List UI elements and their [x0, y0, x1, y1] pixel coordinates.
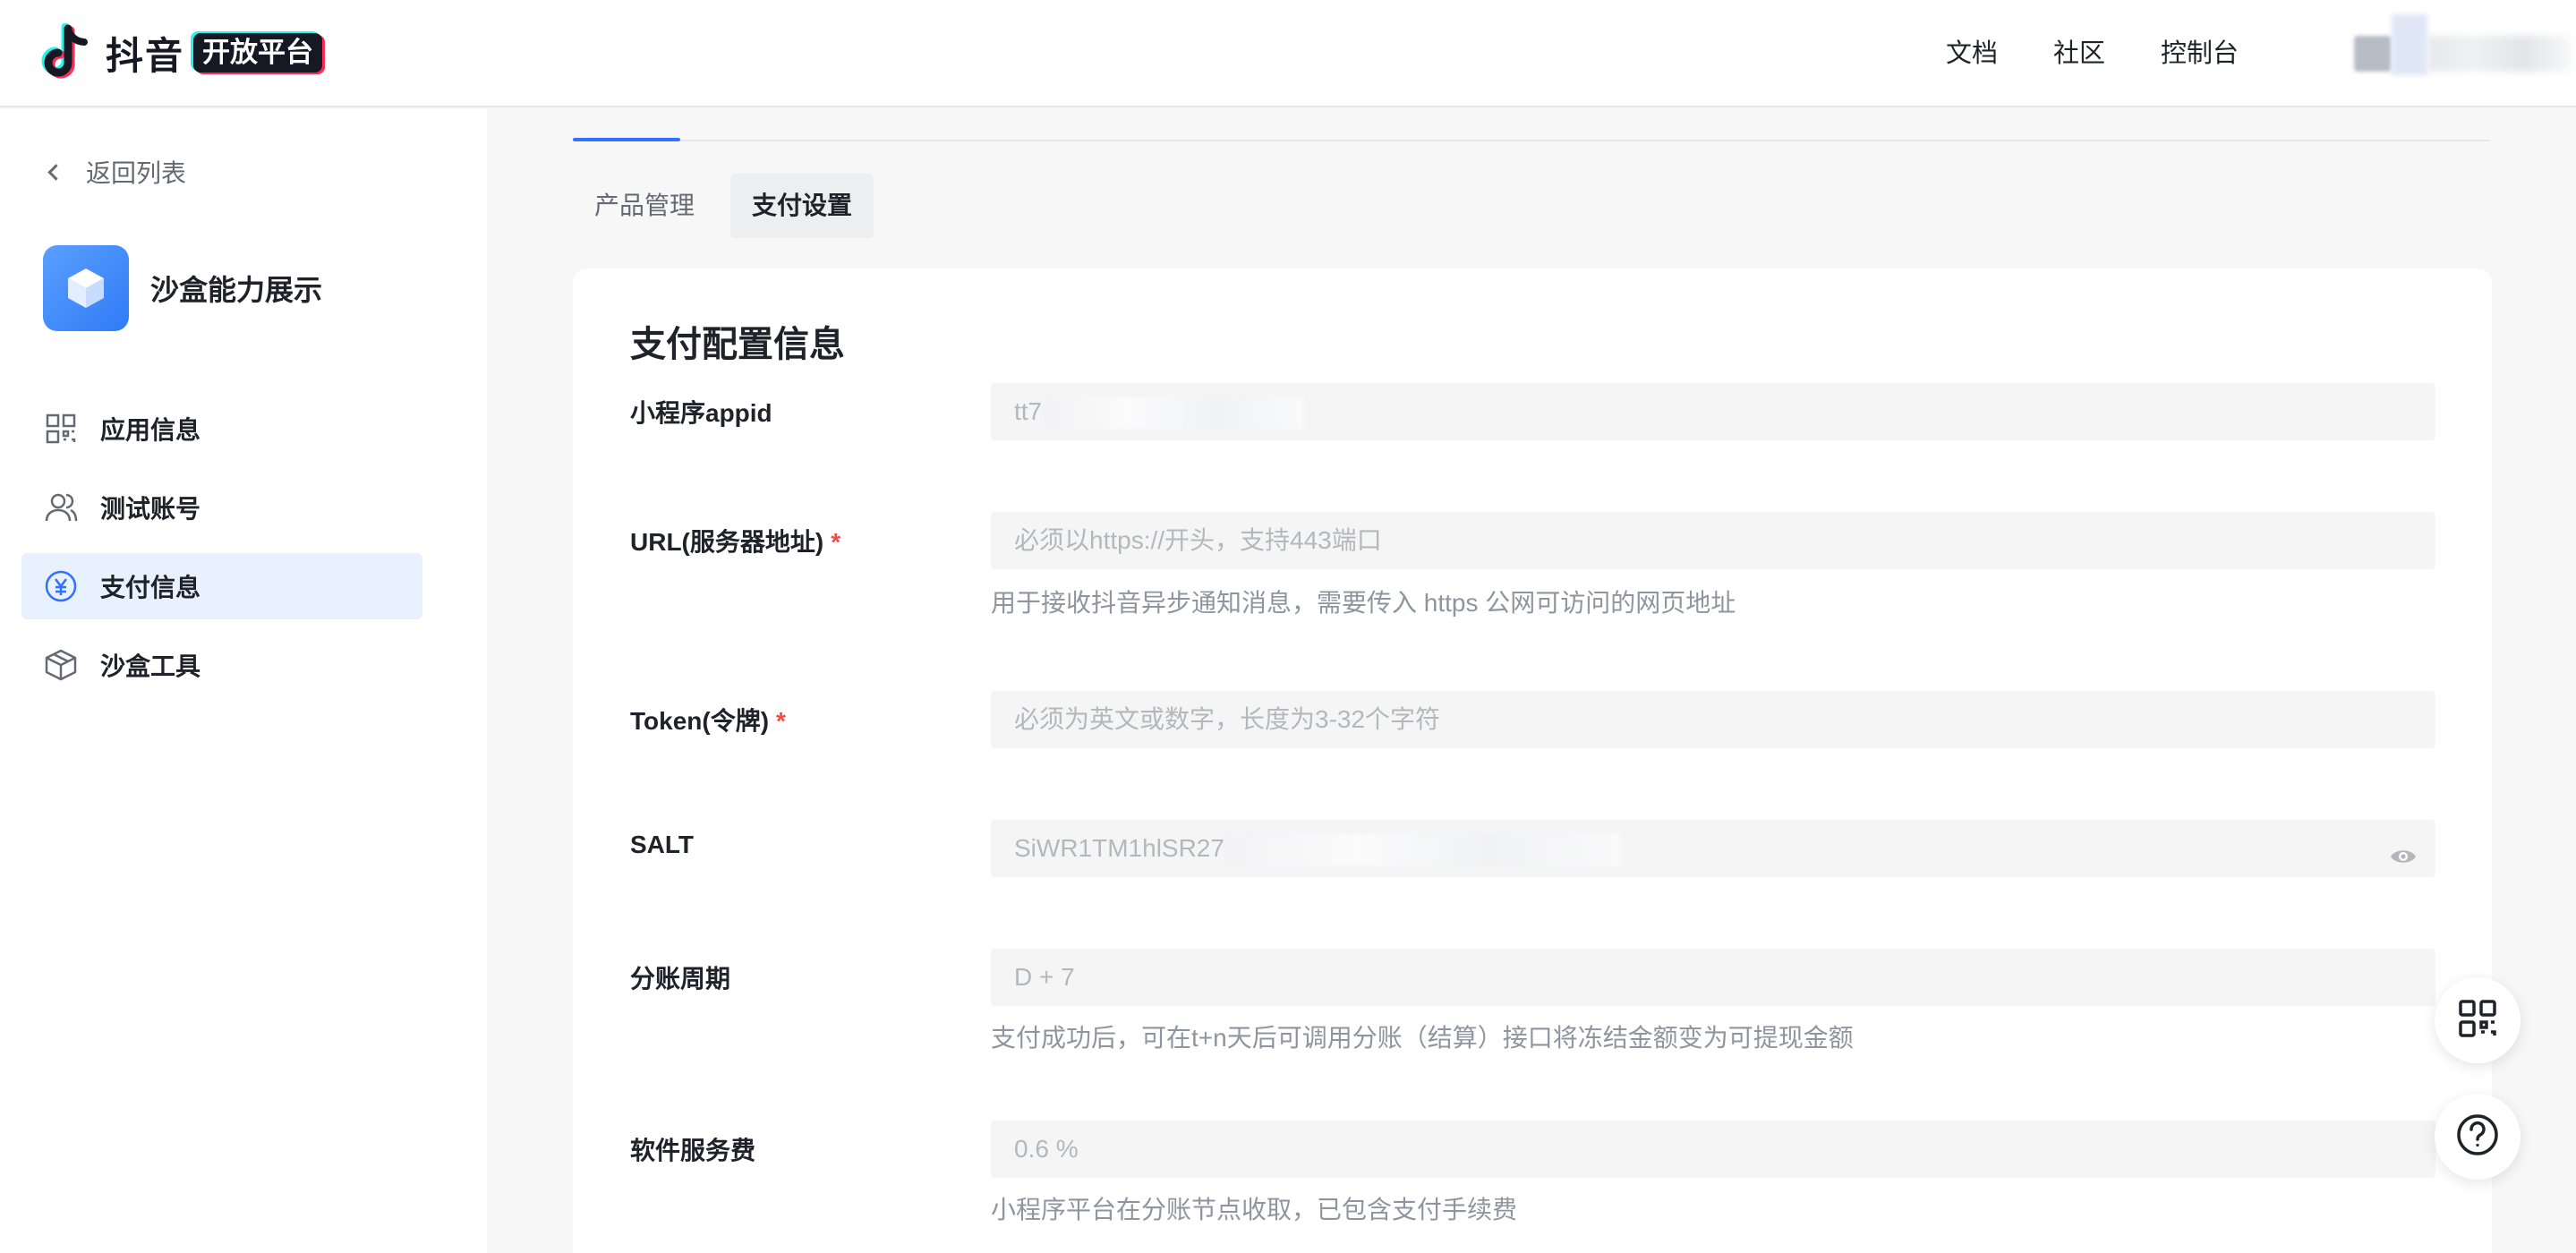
nav-console-link[interactable]: 控制台	[2161, 34, 2239, 73]
payment-config-card: 支付配置信息 小程序appid tt7 URL(服务器地址) * 必须以https…	[573, 268, 2492, 1253]
tab-active-indicator	[573, 138, 680, 141]
tab-product-management[interactable]: 产品管理	[573, 174, 716, 238]
settlement-period-field: D + 7	[991, 949, 2435, 1006]
brand-name: 抖音	[106, 34, 185, 77]
app-name: 沙盒能力展示	[150, 274, 323, 306]
service-fee-field: 0.6 %	[991, 1121, 2435, 1178]
user-avatar[interactable]	[2354, 14, 2576, 75]
sidebar-item-sandbox-tools[interactable]: 沙盒工具	[21, 632, 422, 698]
top-bar: 抖音 开放平台 文档 社区 控制台	[0, 0, 2576, 107]
back-label: 返回列表	[86, 159, 187, 187]
settlement-period-hint: 支付成功后，可在t+n天后可调用分账（结算）接口将冻结金额变为可提现金额	[991, 1024, 1854, 1052]
app-card: 沙盒能力展示	[43, 245, 322, 331]
url-label: URL(服务器地址) *	[630, 528, 841, 556]
qr-code-icon	[2456, 997, 2499, 1044]
users-icon	[43, 490, 79, 525]
sidebar: 返回列表 沙盒能力展示 应用信息 测试账号 支付信息 沙盒工具	[0, 109, 487, 1253]
salt-field[interactable]: SiWR1TM1hlSR27	[991, 820, 2435, 877]
sub-tabs: 产品管理 支付设置	[573, 174, 888, 238]
qr-code-button[interactable]	[2435, 977, 2521, 1063]
token-label: Token(令牌) *	[630, 707, 786, 735]
sidebar-item-label: 应用信息	[100, 416, 201, 444]
brand-logo[interactable]: 抖音 开放平台	[41, 22, 323, 82]
grid-icon	[43, 411, 79, 447]
nav-docs-link[interactable]: 文档	[1946, 34, 1998, 73]
sidebar-menu: 应用信息 测试账号 支付信息 沙盒工具	[21, 396, 422, 711]
settlement-period-label: 分账周期	[630, 965, 731, 993]
sidebar-item-payment-info[interactable]: 支付信息	[21, 553, 422, 619]
tab-payment-settings[interactable]: 支付设置	[730, 174, 874, 238]
url-field[interactable]: 必须以https://开头，支持443端口	[991, 512, 2435, 569]
yuan-circle-icon	[43, 568, 79, 604]
sidebar-item-label: 支付信息	[100, 574, 201, 601]
salt-label: SALT	[630, 831, 695, 858]
chevron-left-icon	[41, 159, 66, 184]
douyin-note-icon	[41, 22, 95, 82]
service-fee-hint: 小程序平台在分账节点收取，已包含支付手续费	[991, 1196, 1518, 1223]
brand-badge: 开放平台	[193, 33, 323, 72]
cube-app-icon	[43, 245, 129, 331]
sidebar-item-label: 测试账号	[100, 495, 201, 523]
box-icon	[43, 647, 79, 683]
eye-icon[interactable]	[2389, 834, 2418, 863]
help-icon	[2455, 1112, 2500, 1162]
appid-field[interactable]: tt7	[991, 383, 2435, 440]
sidebar-item-label: 沙盒工具	[100, 652, 201, 680]
token-field[interactable]: 必须为英文或数字，长度为3-32个字符	[991, 691, 2435, 748]
sidebar-item-test-accounts[interactable]: 测试账号	[21, 474, 422, 541]
nav-community-link[interactable]: 社区	[2053, 34, 2105, 73]
tab-divider	[573, 140, 2490, 141]
appid-label: 小程序appid	[630, 399, 772, 427]
url-hint: 用于接收抖音异步通知消息，需要传入 https 公网可访问的网页地址	[991, 589, 1736, 617]
back-to-list-link[interactable]: 返回列表	[41, 154, 186, 190]
page-title: 支付配置信息	[630, 325, 845, 364]
sidebar-item-app-info[interactable]: 应用信息	[21, 396, 422, 462]
service-fee-label: 软件服务费	[630, 1137, 756, 1164]
top-nav: 文档 社区 控制台	[1946, 34, 2294, 73]
help-button[interactable]	[2435, 1094, 2521, 1180]
